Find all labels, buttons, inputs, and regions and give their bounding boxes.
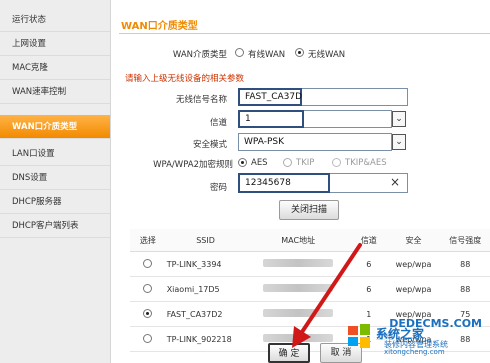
row-select-radio[interactable] <box>143 333 153 343</box>
col-mac: MAC地址 <box>245 229 351 252</box>
scan-off-button[interactable]: 关闭扫描 <box>279 200 339 220</box>
sidebar-item-status[interactable]: 运行状态 <box>0 8 110 32</box>
col-ssid: SSID <box>165 229 246 252</box>
wan-wired-label: 有线WAN <box>248 50 286 60</box>
title-divider <box>119 33 490 34</box>
col-channel: 信道 <box>350 229 387 252</box>
row-security: wep/wpa <box>386 251 441 277</box>
encryption-tkip-radio[interactable] <box>283 158 292 167</box>
page-title: WAN口介质类型 <box>121 21 198 32</box>
wan-wireless-radio[interactable] <box>295 48 304 57</box>
col-select: 选择 <box>130 229 166 252</box>
ok-button[interactable]: 确 定 <box>268 343 310 363</box>
col-signal: 信号强度 <box>440 229 490 252</box>
table-row[interactable]: Xiaomi_17D5 6 wep/wpa 88 <box>130 276 490 302</box>
sidebar-item-lan[interactable]: LAN口设置 <box>0 142 110 166</box>
row-security: wep/wpa <box>386 276 441 302</box>
encryption-aes-radio[interactable] <box>238 158 247 167</box>
encryption-tkip-label: TKIP <box>296 158 315 168</box>
sidebar-item-mac-clone[interactable]: MAC克隆 <box>0 56 110 80</box>
channel-label: 信道 <box>209 118 227 128</box>
password-input[interactable]: 12345678 <box>238 173 330 193</box>
password-label: 密码 <box>209 183 227 193</box>
row-ssid: TP-LINK_3394 <box>165 251 246 277</box>
sidebar-item-wan-rate[interactable]: WAN速率控制 <box>0 80 110 104</box>
table-row[interactable]: TP-LINK_3394 6 wep/wpa 88 <box>130 251 490 277</box>
encryption-label: WPA/WPA2加密规则 <box>153 160 233 170</box>
table-header-row: 选择 SSID MAC地址 信道 安全 信号强度 <box>130 229 490 252</box>
sidebar-item-dhcp-server[interactable]: DHCP服务器 <box>0 190 110 214</box>
windows-logo-icon <box>348 324 370 348</box>
row-channel: 6 <box>350 251 387 277</box>
col-security: 安全 <box>386 229 441 252</box>
security-select[interactable]: WPA-PSK <box>238 133 392 151</box>
wan-type-label: WAN介质类型 <box>172 50 227 60</box>
row-mac <box>245 276 351 302</box>
row-ssid: TP-LINK_902218 <box>165 326 246 352</box>
notice-text: 请输入上级无线设备的相关参数 <box>125 74 245 84</box>
sidebar-item-dhcp-clients[interactable]: DHCP客户端列表 <box>0 214 110 238</box>
row-channel: 6 <box>350 276 387 302</box>
row-ssid: FAST_CA37D2 <box>165 301 246 327</box>
wan-wireless-label: 无线WAN <box>308 50 346 60</box>
sidebar: 运行状态 上网设置 MAC克隆 WAN速率控制 WAN口介质类型 LAN口设置 … <box>0 0 111 363</box>
wan-wired-radio[interactable] <box>235 48 244 57</box>
clear-icon[interactable]: × <box>390 175 400 189</box>
ssid-label: 无线信号名称 <box>175 95 227 105</box>
sidebar-item-dns[interactable]: DNS设置 <box>0 166 110 190</box>
encryption-tkip-aes-radio[interactable] <box>332 158 341 167</box>
encryption-tkip-aes-label: TKIP&AES <box>345 158 387 168</box>
channel-dropdown-icon[interactable]: ⌄ <box>392 111 406 127</box>
row-ssid: Xiaomi_17D5 <box>165 276 246 302</box>
row-signal: 88 <box>440 251 490 277</box>
sidebar-item-internet[interactable]: 上网设置 <box>0 32 110 56</box>
row-select-radio[interactable] <box>143 283 153 293</box>
sidebar-item-wan-media[interactable]: WAN口介质类型 <box>0 115 110 139</box>
ssid-input-extension <box>302 88 408 106</box>
encryption-aes-label: AES <box>251 158 268 168</box>
row-select-radio[interactable] <box>143 308 153 318</box>
watermark-url: xitongcheng.com <box>384 348 445 356</box>
ssid-input[interactable]: FAST_CA37D2 <box>238 88 308 106</box>
row-signal: 88 <box>440 276 490 302</box>
channel-select[interactable]: 1 <box>238 110 304 128</box>
row-mac <box>245 301 351 327</box>
watermark: DEDECMS.COM 系统之家 爱纯 装修内容管理系统 xitongcheng… <box>344 317 484 357</box>
row-select-radio[interactable] <box>143 258 153 268</box>
channel-select-extension <box>304 110 392 128</box>
row-mac <box>245 251 351 277</box>
security-label: 安全模式 <box>192 140 227 150</box>
security-dropdown-icon[interactable]: ⌄ <box>392 134 406 150</box>
